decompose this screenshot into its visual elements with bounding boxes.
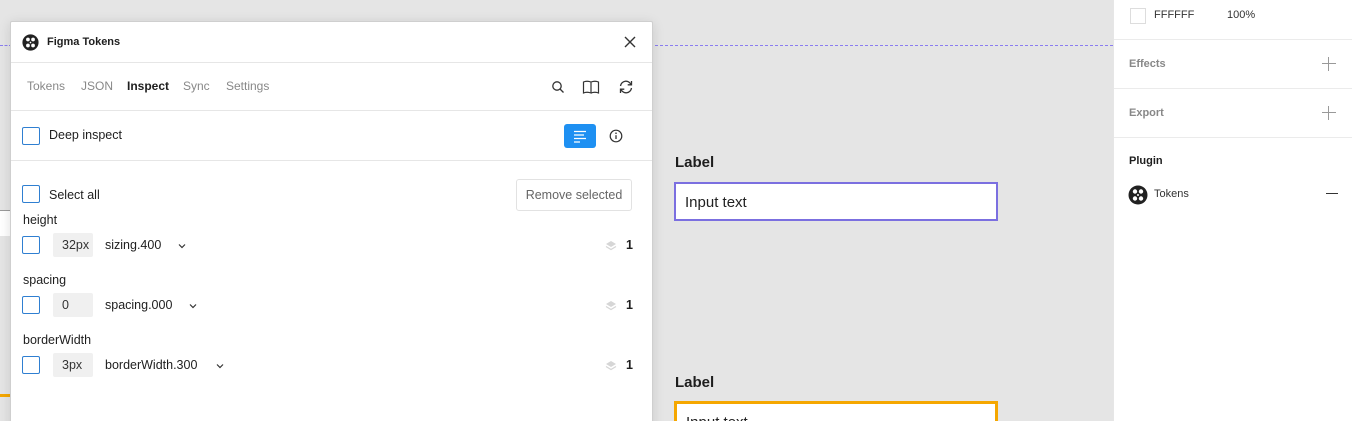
token-row-checkbox[interactable] bbox=[22, 296, 40, 314]
fill-hex-value[interactable]: FFFFFF bbox=[1154, 9, 1194, 21]
tab-json[interactable]: JSON bbox=[81, 79, 113, 93]
plugin-section-title: Plugin bbox=[1129, 155, 1163, 167]
tab-inspect[interactable]: Inspect bbox=[127, 79, 169, 93]
layers-icon bbox=[605, 241, 617, 251]
token-name[interactable]: sizing.400 bbox=[105, 238, 161, 252]
effects-title: Effects bbox=[1129, 58, 1166, 70]
figma-tokens-logo-icon bbox=[22, 34, 39, 51]
token-row-checkbox[interactable] bbox=[22, 236, 40, 254]
add-export-plus-icon[interactable] bbox=[1322, 106, 1336, 120]
search-icon[interactable] bbox=[549, 78, 567, 96]
properties-panel: FFFFFF 100% Effects Export Plugin Tokens bbox=[1113, 0, 1352, 421]
token-name[interactable]: borderWidth.300 bbox=[105, 358, 197, 372]
figma-tokens-plugin-window: Figma Tokens Tokens JSON Inspect Sync Se… bbox=[10, 21, 653, 421]
group-title-spacing: spacing bbox=[23, 273, 67, 287]
export-title: Export bbox=[1129, 107, 1164, 119]
inspect-toolbar: Deep inspect bbox=[11, 111, 652, 161]
canvas-label-2[interactable]: Label bbox=[675, 374, 714, 391]
token-name[interactable]: spacing.000 bbox=[105, 298, 172, 312]
fill-opacity-value[interactable]: 100% bbox=[1227, 9, 1255, 21]
tokens-plugin-logo-icon bbox=[1128, 185, 1148, 205]
token-row-checkbox[interactable] bbox=[22, 356, 40, 374]
export-section: Export bbox=[1114, 89, 1352, 138]
layers-icon bbox=[605, 301, 617, 311]
effects-section: Effects bbox=[1114, 40, 1352, 89]
plugin-title: Figma Tokens bbox=[47, 36, 121, 48]
fill-row[interactable]: FFFFFF 100% bbox=[1114, 0, 1352, 40]
layer-count: 1 bbox=[626, 358, 633, 372]
guide-line bbox=[640, 45, 1113, 46]
book-icon[interactable] bbox=[582, 78, 600, 96]
remove-selected-button[interactable]: Remove selected bbox=[516, 179, 632, 211]
token-value: 0 bbox=[53, 293, 93, 317]
group-title-height: height bbox=[23, 213, 58, 227]
chevron-down-icon[interactable] bbox=[177, 241, 187, 251]
plugin-titlebar[interactable]: Figma Tokens bbox=[11, 22, 652, 63]
add-effect-plus-icon[interactable] bbox=[1322, 57, 1336, 71]
chevron-down-icon[interactable] bbox=[215, 361, 225, 371]
chevron-down-icon[interactable] bbox=[188, 301, 198, 311]
tab-sync[interactable]: Sync bbox=[183, 79, 210, 93]
select-all-checkbox[interactable] bbox=[22, 185, 40, 203]
list-icon bbox=[574, 130, 586, 143]
token-value: 3px bbox=[53, 353, 93, 377]
close-icon[interactable] bbox=[622, 34, 638, 50]
layer-count: 1 bbox=[626, 298, 633, 312]
fill-swatch[interactable] bbox=[1130, 8, 1146, 24]
tab-tokens[interactable]: Tokens bbox=[27, 79, 65, 93]
layers-icon bbox=[605, 361, 617, 371]
canvas-label-1[interactable]: Label bbox=[675, 154, 714, 171]
deep-inspect-checkbox[interactable] bbox=[22, 127, 40, 145]
canvas-input-selected[interactable]: Input text bbox=[674, 182, 998, 221]
deep-inspect-label: Deep inspect bbox=[49, 128, 122, 142]
list-view-button[interactable] bbox=[564, 124, 596, 148]
info-icon[interactable] bbox=[608, 128, 624, 144]
select-all-label: Select all bbox=[49, 188, 100, 202]
layer-count: 1 bbox=[626, 238, 633, 252]
canvas-input-focused[interactable]: Input text bbox=[674, 401, 998, 421]
sync-icon[interactable] bbox=[617, 78, 635, 96]
plugin-name: Tokens bbox=[1154, 188, 1189, 200]
tab-settings[interactable]: Settings bbox=[226, 79, 269, 93]
remove-plugin-minus-icon[interactable] bbox=[1326, 193, 1338, 195]
plugin-tabs: Tokens JSON Inspect Sync Settings bbox=[11, 63, 652, 111]
token-value: 32px bbox=[53, 233, 93, 257]
group-title-borderwidth: borderWidth bbox=[23, 333, 92, 347]
plugin-item-tokens[interactable]: Tokens bbox=[1128, 184, 1338, 205]
